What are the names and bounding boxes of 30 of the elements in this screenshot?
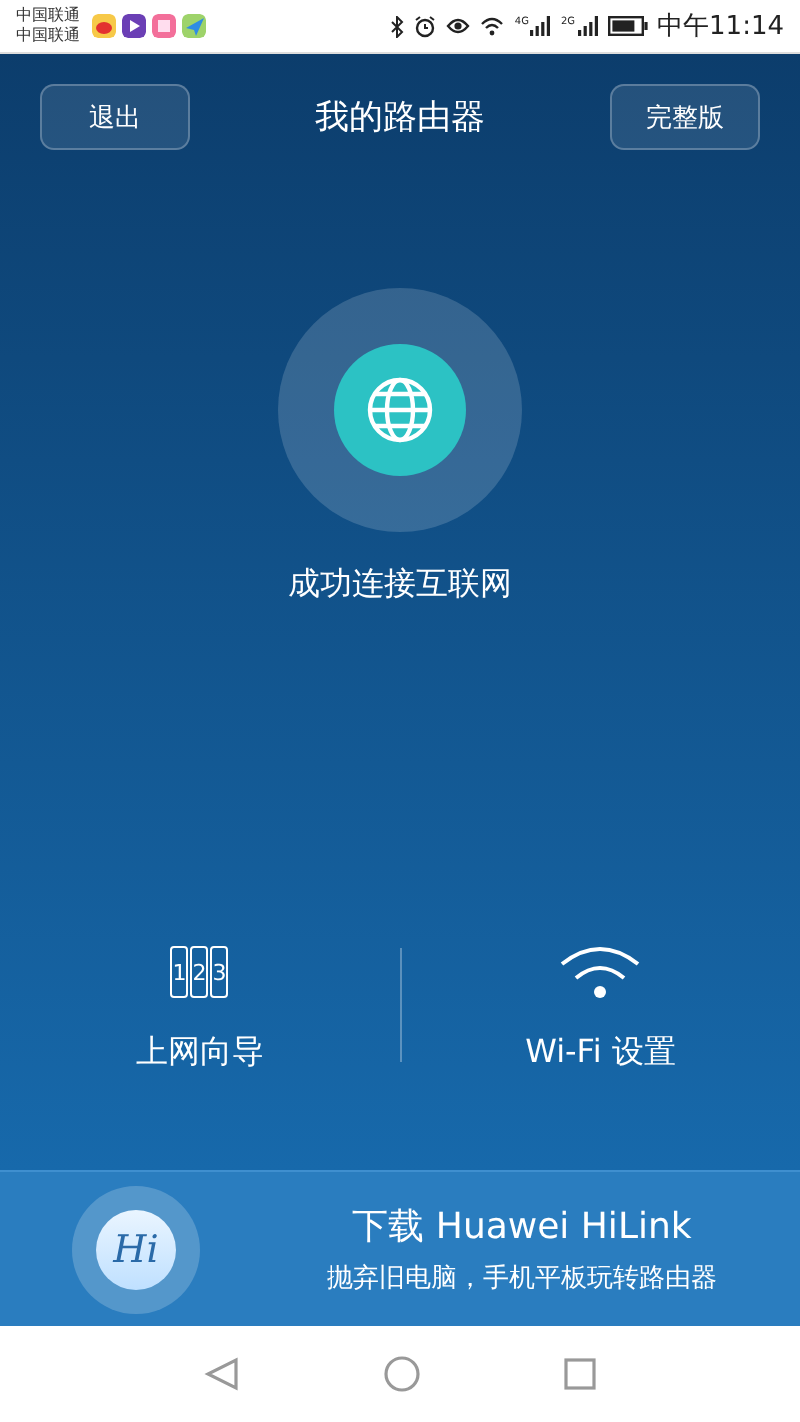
video-app-icon[interactable]	[122, 14, 146, 38]
back-icon[interactable]	[204, 1356, 240, 1392]
banner-title[interactable]: 下载 Huawei HiLink	[352, 1202, 692, 1250]
recents-icon[interactable]	[564, 1358, 596, 1390]
alarm-icon	[414, 15, 437, 37]
step-number: 2	[190, 946, 209, 998]
clock-time: 中午11:14	[657, 10, 784, 44]
carrier-name: 中国联通	[16, 6, 80, 26]
page-title: 我的路由器	[315, 96, 485, 140]
connection-status: 成功连接互联网	[288, 564, 512, 606]
globe-icon	[278, 288, 522, 532]
battery-icon	[607, 16, 648, 36]
full-version-button[interactable]: 完整版	[610, 84, 760, 150]
map-icon[interactable]	[182, 14, 206, 38]
exit-button[interactable]: 退出	[40, 84, 190, 150]
step-number: 1	[170, 946, 189, 998]
carrier-name: 中国联通	[16, 26, 80, 46]
wifi-icon	[480, 16, 505, 36]
signal-icon	[577, 16, 598, 36]
eye-icon	[446, 16, 471, 36]
bluetooth-icon	[390, 15, 405, 37]
wifi-icon	[558, 944, 643, 1000]
signal-icon	[530, 16, 551, 36]
setup-wizard-button[interactable]: 1 2 3 上网向导	[0, 940, 399, 1074]
step-number: 3	[210, 946, 229, 998]
hilink-logo[interactable]: Hi	[72, 1185, 200, 1313]
banner-subtitle: 抛弃旧电脑，手机平板玩转路由器	[327, 1262, 717, 1296]
home-icon[interactable]	[384, 1356, 420, 1392]
wifi-settings-button[interactable]: Wi-Fi 设置	[401, 940, 800, 1074]
logo-text: Hi	[96, 1209, 176, 1289]
